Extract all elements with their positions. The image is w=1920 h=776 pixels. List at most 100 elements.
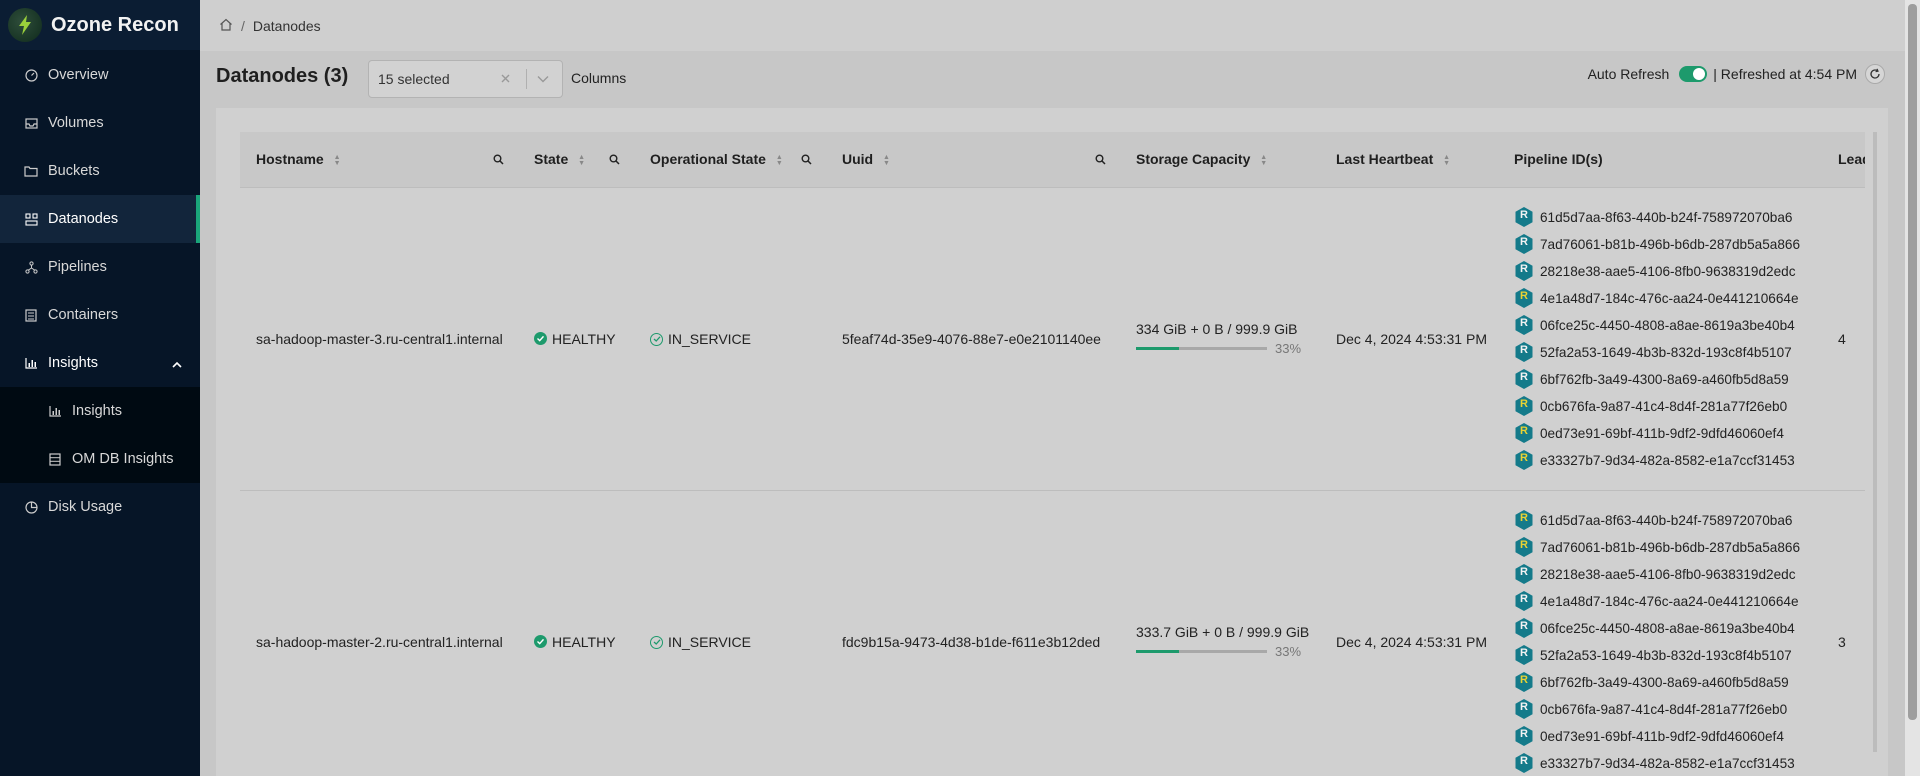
pipeline-id: 7ad76061-b81b-496b-b6db-287db5a5a866 bbox=[1540, 236, 1801, 252]
datanodes-panel: Hostname ▲ ▼ State ▲ ▼ Operational State ▲… bbox=[216, 108, 1888, 776]
cell-pipeline-ids: R 61d5d7aa-8f63-440b-b24f-758972070ba6 R 7a… bbox=[1498, 490, 1822, 776]
sidebar-item-pipelines[interactable]: Pipelines bbox=[0, 243, 200, 291]
table-row: sa-hadoop-master-3.ru-central1.internal H… bbox=[240, 187, 1865, 491]
pipeline-id: 28218e38-aae5-4106-8fb0-9638319d2edc bbox=[1540, 566, 1796, 582]
check-circle-icon bbox=[534, 332, 547, 346]
column-header-storage-capacity[interactable]: Storage Capacity ▲ ▼ bbox=[1120, 132, 1320, 188]
operational-state-text: IN_SERVICE bbox=[668, 331, 751, 347]
chevron-down-icon[interactable] bbox=[537, 70, 549, 86]
replica-icon: R bbox=[1514, 590, 1534, 612]
sidebar-item-disk-usage[interactable]: Disk Usage bbox=[0, 483, 200, 531]
pipeline-item: R 61d5d7aa-8f63-440b-b24f-758972070ba6 bbox=[1514, 507, 1822, 534]
auto-refresh: Auto Refresh | Refreshed at 4:54 PM bbox=[1588, 64, 1885, 84]
ozone-logo-icon bbox=[8, 8, 42, 42]
sort-icon[interactable]: ▲ ▼ bbox=[776, 154, 783, 167]
replica-icon: R bbox=[1514, 368, 1534, 390]
pipeline-id: e33327b7-9d34-482a-8582-e1a7ccf31453 bbox=[1540, 452, 1795, 468]
sidebar-item-insights[interactable]: Insights bbox=[0, 387, 200, 435]
breadcrumb: / Datanodes bbox=[200, 0, 1905, 51]
pipeline-item: R 06fce25c-4450-4808-a8ae-8619a3be40b4 bbox=[1514, 615, 1822, 642]
search-icon[interactable] bbox=[801, 152, 812, 168]
search-icon[interactable] bbox=[493, 152, 504, 168]
replica-icon: R bbox=[1514, 206, 1534, 228]
search-icon[interactable] bbox=[609, 152, 620, 168]
sidebar-item-label: Disk Usage bbox=[48, 499, 123, 515]
pipeline-id: 0cb676fa-9a87-41c4-8d4f-281a77f26eb0 bbox=[1540, 701, 1788, 717]
column-header-uuid[interactable]: Uuid ▲ ▼ bbox=[826, 132, 1120, 188]
chevron-up-icon bbox=[172, 356, 182, 372]
column-header-last-heartbeat[interactable]: Last Heartbeat ▲ ▼ bbox=[1320, 132, 1498, 188]
column-header-label: State bbox=[534, 151, 569, 168]
pipeline-id: 4e1a48d7-184c-476c-aa24-0e441210664e bbox=[1540, 593, 1799, 609]
sidebar-item-buckets[interactable]: Buckets bbox=[0, 147, 200, 195]
clear-icon[interactable] bbox=[500, 71, 511, 87]
pipeline-id: e33327b7-9d34-482a-8582-e1a7ccf31453 bbox=[1540, 755, 1795, 771]
home-icon[interactable] bbox=[219, 18, 233, 34]
container-icon bbox=[24, 308, 38, 322]
column-header-state[interactable]: State ▲ ▼ bbox=[518, 132, 634, 188]
column-header-hostname[interactable]: Hostname ▲ ▼ bbox=[240, 132, 518, 188]
pipeline-id: 28218e38-aae5-4106-8fb0-9638319d2edc bbox=[1540, 263, 1796, 279]
pipeline-item: R 7ad76061-b81b-496b-b6db-287db5a5a866 bbox=[1514, 534, 1822, 561]
replica-icon: R bbox=[1514, 314, 1534, 336]
page-scrollbar[interactable] bbox=[1905, 0, 1920, 776]
sort-icon[interactable]: ▲ ▼ bbox=[883, 154, 890, 167]
sidebar-item-om-db-insights[interactable]: OM DB Insights bbox=[0, 435, 200, 483]
sidebar-item-label: Overview bbox=[48, 67, 109, 83]
search-icon[interactable] bbox=[1095, 152, 1106, 168]
sidebar-item-datanodes[interactable]: Datanodes bbox=[0, 195, 200, 243]
breadcrumb-separator: / bbox=[241, 17, 245, 34]
leader-replica-icon: R bbox=[1514, 671, 1534, 693]
pipeline-id: 6bf762fb-3a49-4300-8a69-a460fb5d8a59 bbox=[1540, 371, 1789, 387]
columns-select[interactable]: 15 selected bbox=[368, 60, 563, 98]
pie-chart-icon bbox=[24, 500, 38, 514]
cell-uuid: 5feaf74d-35e9-4076-88e7-e0e2101140ee bbox=[826, 187, 1120, 491]
leader-replica-icon: R bbox=[1514, 422, 1534, 444]
pipeline-id: 52fa2a53-1649-4b3b-832d-193c8f4b5107 bbox=[1540, 647, 1792, 663]
column-header-label: Pipeline ID(s) bbox=[1514, 151, 1603, 168]
cell-state: HEALTHY bbox=[518, 187, 634, 491]
pipeline-item: R 6bf762fb-3a49-4300-8a69-a460fb5d8a59 bbox=[1514, 669, 1822, 696]
pipeline-id: 61d5d7aa-8f63-440b-b24f-758972070ba6 bbox=[1540, 209, 1793, 225]
capacity-text: 333.7 GiB + 0 B / 999.9 GiB bbox=[1136, 624, 1310, 640]
sidebar-item-volumes[interactable]: Volumes bbox=[0, 99, 200, 147]
sidebar-item-insights-group[interactable]: Insights bbox=[0, 339, 200, 387]
folder-icon bbox=[24, 164, 38, 178]
auto-refresh-toggle[interactable] bbox=[1679, 66, 1708, 82]
sidebar-item-label: Datanodes bbox=[48, 211, 119, 227]
check-circle-outline-icon bbox=[650, 635, 663, 649]
pipeline-item: Re33327b7-9d34-482a-8582-e1a7ccf31453 bbox=[1514, 447, 1822, 474]
table-scroll-divider bbox=[1873, 132, 1877, 752]
database-icon bbox=[48, 452, 62, 466]
pipeline-item: R 4e1a48d7-184c-476c-aa24-0e441210664e bbox=[1514, 285, 1822, 312]
table-header-row: Hostname ▲ ▼ State ▲ ▼ Operational State ▲… bbox=[240, 132, 1865, 188]
sort-icon[interactable]: ▲ ▼ bbox=[1443, 154, 1450, 167]
column-header-operational-state[interactable]: Operational State ▲ ▼ bbox=[634, 132, 826, 188]
refresh-button[interactable] bbox=[1865, 64, 1885, 84]
cell-operational-state: IN_SERVICE bbox=[634, 490, 826, 776]
pipeline-id: 4e1a48d7-184c-476c-aa24-0e441210664e bbox=[1540, 290, 1799, 306]
sidebar-item-containers[interactable]: Containers bbox=[0, 291, 200, 339]
brand[interactable]: Ozone Recon bbox=[0, 0, 200, 50]
pipeline-id: 61d5d7aa-8f63-440b-b24f-758972070ba6 bbox=[1540, 512, 1793, 528]
replica-icon: R bbox=[1514, 260, 1534, 282]
sidebar-item-label: Insights bbox=[72, 403, 122, 419]
cell-uuid: fdc9b15a-9473-4d38-b1de-f611e3b12ded bbox=[826, 490, 1120, 776]
column-header-leader[interactable]: Leader bbox=[1822, 132, 1865, 188]
sort-icon[interactable]: ▲ ▼ bbox=[1260, 154, 1267, 167]
app-title: Ozone Recon bbox=[51, 13, 179, 36]
breadcrumb-current: Datanodes bbox=[252, 17, 321, 34]
scrollbar-thumb[interactable] bbox=[1908, 4, 1917, 720]
pipeline-item: R 52fa2a53-1649-4b3b-832d-193c8f4b5107 bbox=[1514, 642, 1822, 669]
operational-state-text: IN_SERVICE bbox=[668, 634, 751, 650]
column-header-label: Leader bbox=[1838, 151, 1865, 168]
sidebar-item-overview[interactable]: Overview bbox=[0, 51, 200, 99]
main-content: Datanodes (3) 15 selected Columns Auto R… bbox=[200, 51, 1905, 776]
check-circle-outline-icon bbox=[650, 332, 663, 346]
leader-replica-icon: R bbox=[1514, 395, 1534, 417]
sort-icon[interactable]: ▲ ▼ bbox=[334, 154, 341, 167]
sidebar-item-label: Insights bbox=[48, 355, 98, 371]
pipeline-id: 0ed73e91-69bf-411b-9df2-9dfd46060ef4 bbox=[1540, 728, 1784, 744]
pipeline-id: 6bf762fb-3a49-4300-8a69-a460fb5d8a59 bbox=[1540, 674, 1789, 690]
sort-icon[interactable]: ▲ ▼ bbox=[578, 154, 585, 167]
